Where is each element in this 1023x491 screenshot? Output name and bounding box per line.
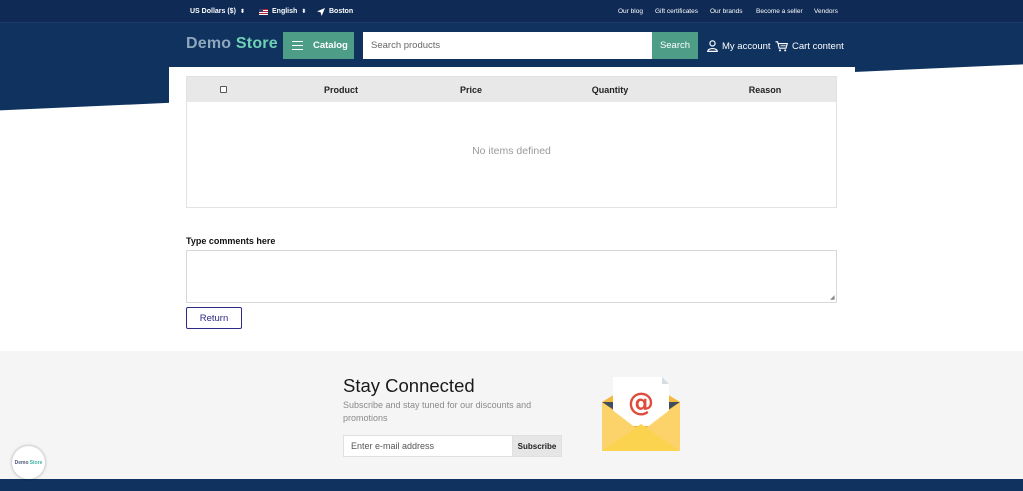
svg-text:@: @ [628,388,654,418]
page: US Dollars ($) ⬍ English ⬍ Boston Our bl… [0,0,1023,491]
topbar-link-become-seller[interactable]: Become a seller [756,0,803,23]
catalog-label: Catalog [313,40,348,51]
currency-selector[interactable]: US Dollars ($) ⬍ [190,0,245,23]
empty-table-message: No items defined [472,145,551,157]
return-button[interactable]: Return [186,307,242,329]
language-label: English [272,8,298,15]
cart-icon [775,40,788,51]
badge-text-demo: Demo [14,459,29,466]
envelope-email-icon: @ [602,377,680,451]
location-label: Boston [329,8,354,15]
newsletter-title: Stay Connected [343,375,475,396]
cart-label: Cart content [792,40,844,52]
top-bar: US Dollars ($) ⬍ English ⬍ Boston Our bl… [0,0,1023,23]
search-input[interactable] [363,32,652,59]
returns-table: Product Price Quantity Reason No items d… [186,76,837,208]
select-all-checkbox[interactable] [220,86,227,93]
comments-textarea[interactable] [186,250,837,303]
footer-strip [0,479,1023,491]
column-header-quantity: Quantity [591,84,629,95]
newsletter-email-input[interactable] [343,435,513,457]
cart-link[interactable]: Cart content [775,38,844,54]
store-logo[interactable]: Demo Store [186,35,278,53]
my-account-label: My account [722,40,771,52]
topbar-link-brands[interactable]: Our brands [710,0,743,23]
us-flag-icon [259,8,268,15]
store-badge[interactable]: Demo Store [12,446,45,479]
location-selector[interactable]: Boston [317,0,353,23]
topbar-link-vendors[interactable]: Vendors [814,0,838,23]
my-account-link[interactable]: My account [707,38,771,54]
topbar-link-gift-certificates[interactable]: Gift certificates [655,0,698,23]
currency-label: US Dollars ($) [190,8,236,15]
badge-text-store: Store [29,459,43,466]
catalog-button[interactable]: Catalog [283,32,354,59]
newsletter-section: Stay Connected Subscribe and stay tuned … [0,351,1023,479]
comments-label: Type comments here [186,236,276,246]
menu-icon [292,40,303,51]
column-header-product: Product [323,84,358,95]
sort-arrows-icon: ⬍ [239,8,245,15]
topbar-link-blog[interactable]: Our blog [618,0,643,23]
column-header-reason: Reason [748,84,782,95]
logo-text-store: Store [235,35,278,52]
user-icon [707,40,718,52]
table-header: Product Price Quantity Reason [187,77,836,102]
subscribe-button[interactable]: Subscribe [512,435,562,457]
newsletter-subtitle: Subscribe and stay tuned for our discoun… [343,400,532,423]
location-arrow-icon [317,7,325,16]
column-header-price: Price [459,84,483,95]
logo-text-demo: Demo [186,35,232,52]
language-selector[interactable]: English ⬍ [259,0,306,23]
search-button[interactable]: Search [652,32,698,59]
sort-arrows-icon: ⬍ [301,8,307,15]
